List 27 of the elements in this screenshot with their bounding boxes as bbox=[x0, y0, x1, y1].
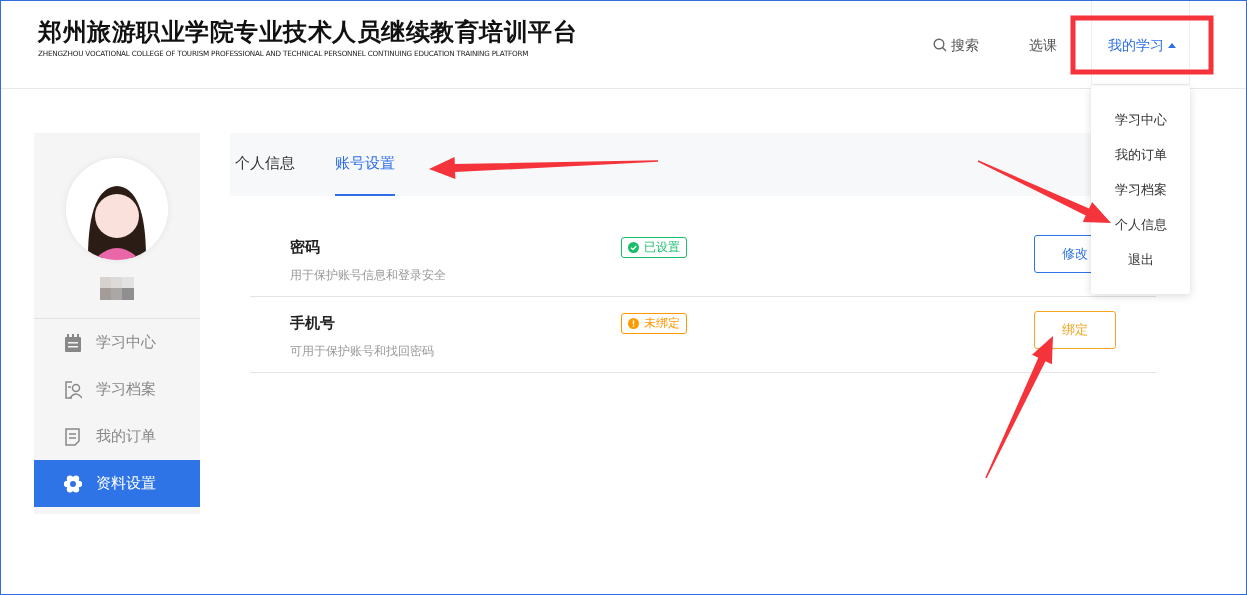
document-icon bbox=[64, 427, 82, 446]
search-link[interactable]: 搜索 bbox=[933, 34, 979, 56]
status-badge: 已设置 bbox=[621, 237, 687, 259]
search-icon bbox=[933, 38, 947, 52]
caret-icon bbox=[1168, 42, 1176, 48]
menu-item[interactable]: 学习中心 bbox=[1114, 102, 1167, 137]
setting-description: 用于保护账号信息和登录安全 bbox=[290, 267, 447, 284]
menu-item[interactable]: 退出 bbox=[1127, 242, 1154, 277]
sidebar-item[interactable]: 资料设置 bbox=[34, 460, 200, 507]
check-circle-icon bbox=[628, 242, 639, 254]
warning-icon bbox=[628, 318, 639, 330]
site-title: 郑州旅游职业学院专业技术人员继续教育培训平台 bbox=[38, 17, 577, 47]
nav-link[interactable]: 选课 bbox=[1029, 34, 1057, 56]
gear-icon bbox=[64, 474, 82, 493]
menu-item[interactable]: 学习档案 bbox=[1114, 172, 1167, 207]
tab[interactable]: 账号设置 bbox=[335, 133, 395, 196]
setting-description: 可用于保护账号和找回密码 bbox=[290, 343, 435, 360]
blurred-username bbox=[100, 277, 134, 300]
menu-item[interactable]: 个人信息 bbox=[1114, 207, 1167, 242]
setting-title: 手机号 bbox=[290, 313, 336, 333]
setting-title: 密码 bbox=[290, 237, 321, 257]
calendar-icon bbox=[64, 333, 82, 352]
profile-card-icon bbox=[64, 380, 82, 399]
status-badge: 未绑定 bbox=[621, 313, 687, 335]
menu-item[interactable]: 我的订单 bbox=[1114, 137, 1167, 172]
tab[interactable]: 个人信息 bbox=[235, 133, 295, 196]
menu-dropdown[interactable]: 我的学习 bbox=[1108, 34, 1176, 56]
